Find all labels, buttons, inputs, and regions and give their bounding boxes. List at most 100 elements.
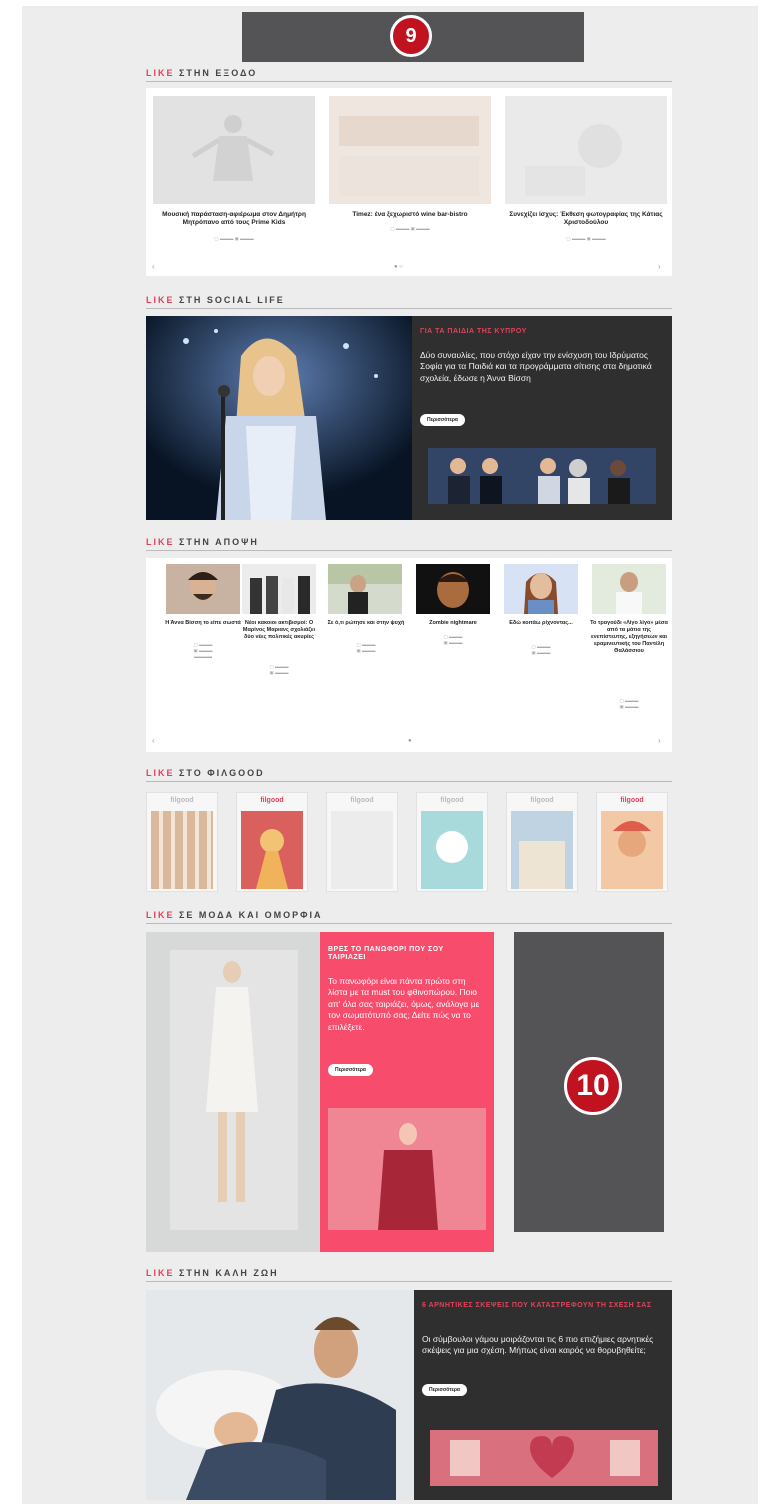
carousel-next-arrow[interactable]: › [658, 262, 661, 271]
section-title-social[interactable]: LIKE ΣΤΗ SOCIAL LIFE [146, 295, 672, 309]
magazine-logo: filgood [440, 797, 464, 804]
magazine-cover-6[interactable]: filgood [596, 792, 668, 892]
carousel-prev-arrow[interactable]: ‹ [152, 736, 155, 745]
opinion-caption-6[interactable]: Το τραγούδι «Λίγο λίγο» μέσα από τα μάτι… [589, 620, 669, 654]
magazine-cover-3[interactable]: filgood [326, 792, 398, 892]
magazine-cover-image [331, 811, 393, 889]
exodo-card-image-1[interactable] [153, 96, 315, 204]
cover-art [241, 811, 303, 889]
number-badge-9: 9 [390, 15, 432, 57]
kali-story-panel: 6 ΑΡΝΗΤΙΚΕΣ ΣΚΕΨΕΙΣ ΠΟΥ ΚΑΤΑΣΤΡΕΦΟΥΝ ΤΗ … [414, 1290, 672, 1500]
opinion-photo-5[interactable] [504, 564, 578, 614]
zombie-portrait-image [416, 564, 490, 614]
magazine-cover-2[interactable]: filgood [236, 792, 308, 892]
magazine-cover-4[interactable]: filgood [416, 792, 488, 892]
opinion-caption-5[interactable]: Εδώ κοιτάω ρίχνοντας... [501, 620, 581, 627]
performer-image [153, 96, 315, 204]
opinion-photo-6[interactable] [592, 564, 666, 614]
moda-main-image[interactable] [146, 932, 320, 1252]
moda-more-button[interactable]: Περισσότερα [328, 1064, 373, 1076]
section-title-text: ΣΤΗ SOCIAL LIFE [174, 295, 285, 305]
kali-kicker[interactable]: 6 ΑΡΝΗΤΙΚΕΣ ΣΚΕΨΕΙΣ ΠΟΥ ΚΑΤΑΣΤΡΕΦΟΥΝ ΤΗ … [422, 1302, 658, 1310]
opinion-caption-2[interactable]: Νέοι κακοιοι ακτιβισμοί: Ο Μαρίνος Μαρια… [239, 620, 319, 641]
exodo-card-image-2[interactable] [329, 96, 491, 204]
magazine-cover-image [151, 811, 213, 889]
opinion-caption-3[interactable]: Σε ό,τι ρώτησε και στην ψυχή [326, 620, 406, 627]
social-story-panel: ΓΙΑ ΤΑ ΠΑΙΔΙΑ ΤΗΣ ΚΥΠΡΟΥ Δύο συναυλίες, … [412, 316, 672, 520]
exodo-card-caption-3[interactable]: Συνεχίζει ίσχυς: Έκθεση φωτογραφίας της … [505, 211, 667, 227]
exodo-card-image-3[interactable] [505, 96, 667, 204]
section-title-exodo[interactable]: LIKE ΣΤΗΝ ΕΞΟΔΟ [146, 68, 672, 82]
opinion-meta-4: ▢ ▬▬▬ ▣ ▬▬▬ [443, 634, 463, 645]
woman-portrait-image [504, 564, 578, 614]
carousel-prev-arrow[interactable]: ‹ [152, 262, 155, 271]
like-label: LIKE [146, 768, 175, 778]
exodo-card-meta-3: ▢ ▬▬▬ ▣ ▬▬▬ [566, 236, 606, 241]
social-more-button[interactable]: Περισσότερα [420, 414, 465, 426]
magazine-cover-5[interactable]: filgood [506, 792, 578, 892]
opinion-meta-5: ▢ ▬▬▬ ▣ ▬▬▬ [531, 644, 551, 655]
kali-more-button[interactable]: Περισσότερα [422, 1384, 467, 1396]
social-text: Δύο συναυλίες, που στόχο είχαν την ενίσχ… [420, 350, 652, 383]
exodo-carousel: Μουσική παράσταση-αφιέρωμα στον Δημήτρη … [146, 88, 672, 276]
opinion-photo-3[interactable] [328, 564, 402, 614]
section-title-text: ΣΤΗΝ ΕΞΟΔΟ [174, 68, 258, 78]
opinion-photo-1[interactable] [166, 564, 240, 614]
opinion-caption-4[interactable]: Zombie nightmare [413, 620, 493, 627]
like-label: LIKE [146, 537, 175, 547]
carousel-dots[interactable]: ● [408, 738, 412, 744]
social-main-image[interactable] [146, 316, 412, 520]
opinion-meta-2: ▢ ▬▬▬ ▣ ▬▬▬ [269, 664, 289, 675]
magazine-cover-image [511, 811, 573, 889]
carousel-next-arrow[interactable]: › [658, 736, 661, 745]
social-thumb-image[interactable] [428, 448, 656, 504]
moda-thumb-image[interactable] [328, 1108, 486, 1230]
moda-text: Το πανωφόρι είναι πάντα πρώτο στη λίστα … [328, 976, 480, 1032]
like-label: LIKE [146, 910, 175, 920]
man-street-image [328, 564, 402, 614]
section-title-text: ΣΕ ΜΟΔΑ ΚΑΙ ΟΜΟΡΦΙΑ [174, 910, 323, 920]
man-portrait-image [166, 564, 240, 614]
magazine-logo: filgood [350, 797, 374, 804]
kali-text: Οι σύμβουλοι γάμου μοιράζονται τις 6 πιο… [422, 1334, 654, 1356]
like-label: LIKE [146, 295, 175, 305]
magazine-cover-1[interactable]: filgood [146, 792, 218, 892]
magazine-logo: filgood [260, 797, 284, 804]
section-title-text: ΣΤΗΝ ΚΑΛΗ ΖΩΗ [174, 1268, 279, 1278]
moda-kicker[interactable]: ΒΡΕΣ ΤΟ ΠΑΝΩΦΟΡΙ ΠΟΥ ΣΟΥ ΤΑΙΡΙΑΖΕΙ [328, 946, 478, 963]
group-photo-image [428, 448, 656, 504]
couple-in-bed-image [146, 1290, 414, 1500]
kali-thumb-image[interactable] [430, 1430, 658, 1486]
opinion-photo-2[interactable] [242, 564, 316, 614]
section-title-text: ΣΤΗΝ ΑΠΟΨΗ [174, 537, 259, 547]
section-title-apopsi[interactable]: LIKE ΣΤΗΝ ΑΠΟΨΗ [146, 537, 672, 551]
number-badge-10: 10 [564, 1057, 622, 1115]
section-title-filgood[interactable]: LIKE ΣΤΟ ΦΙΛGOOD [146, 768, 672, 782]
carousel-dots[interactable]: ● ○ [394, 264, 403, 270]
opinion-photo-4[interactable] [416, 564, 490, 614]
opinion-caption-1[interactable]: Η Άννα Βίσση το είπε σωστά [163, 620, 243, 627]
kali-main-image[interactable] [146, 1290, 414, 1500]
exodo-card-caption-1[interactable]: Μουσική παράσταση-αφιέρωμα στον Δημήτρη … [153, 211, 315, 227]
cover-art [601, 811, 663, 889]
coat-model-image [328, 1108, 486, 1230]
exodo-card-meta-1: ▢ ▬▬▬ ▣ ▬▬▬ [214, 236, 254, 241]
social-kicker[interactable]: ΓΙΑ ΤΑ ΠΑΙΔΙΑ ΤΗΣ ΚΥΠΡΟΥ [420, 328, 660, 336]
cover-art [421, 811, 483, 889]
like-label: LIKE [146, 1268, 175, 1278]
magazine-cover-image [601, 811, 663, 889]
moda-story-panel: ΒΡΕΣ ΤΟ ΠΑΝΩΦΟΡΙ ΠΟΥ ΣΟΥ ΤΑΙΡΙΑΖΕΙ Το πα… [320, 932, 494, 1252]
doctor-portrait-image [592, 564, 666, 614]
fashion-model-image [146, 932, 320, 1252]
wine-bar-image [329, 96, 491, 204]
magazine-cover-image [421, 811, 483, 889]
section-title-kali[interactable]: LIKE ΣΤΗΝ ΚΑΛΗ ΖΩΗ [146, 1268, 672, 1282]
opinion-meta-3: ▢ ▬▬▬ ▣ ▬▬▬ [356, 642, 376, 653]
singer-on-stage-image [146, 316, 412, 520]
exodo-card-caption-2[interactable]: Timez: ένα ξεχωριστό wine bar-bistro [329, 211, 491, 219]
broken-heart-image [430, 1430, 658, 1486]
magazine-cover-image [241, 811, 303, 889]
photo-exhibition-image [505, 96, 667, 204]
section-title-moda[interactable]: LIKE ΣΕ ΜΟΔΑ ΚΑΙ ΟΜΟΡΦΙΑ [146, 910, 672, 924]
exodo-card-meta-2: ▢ ▬▬▬ ▣ ▬▬▬ [390, 226, 430, 231]
